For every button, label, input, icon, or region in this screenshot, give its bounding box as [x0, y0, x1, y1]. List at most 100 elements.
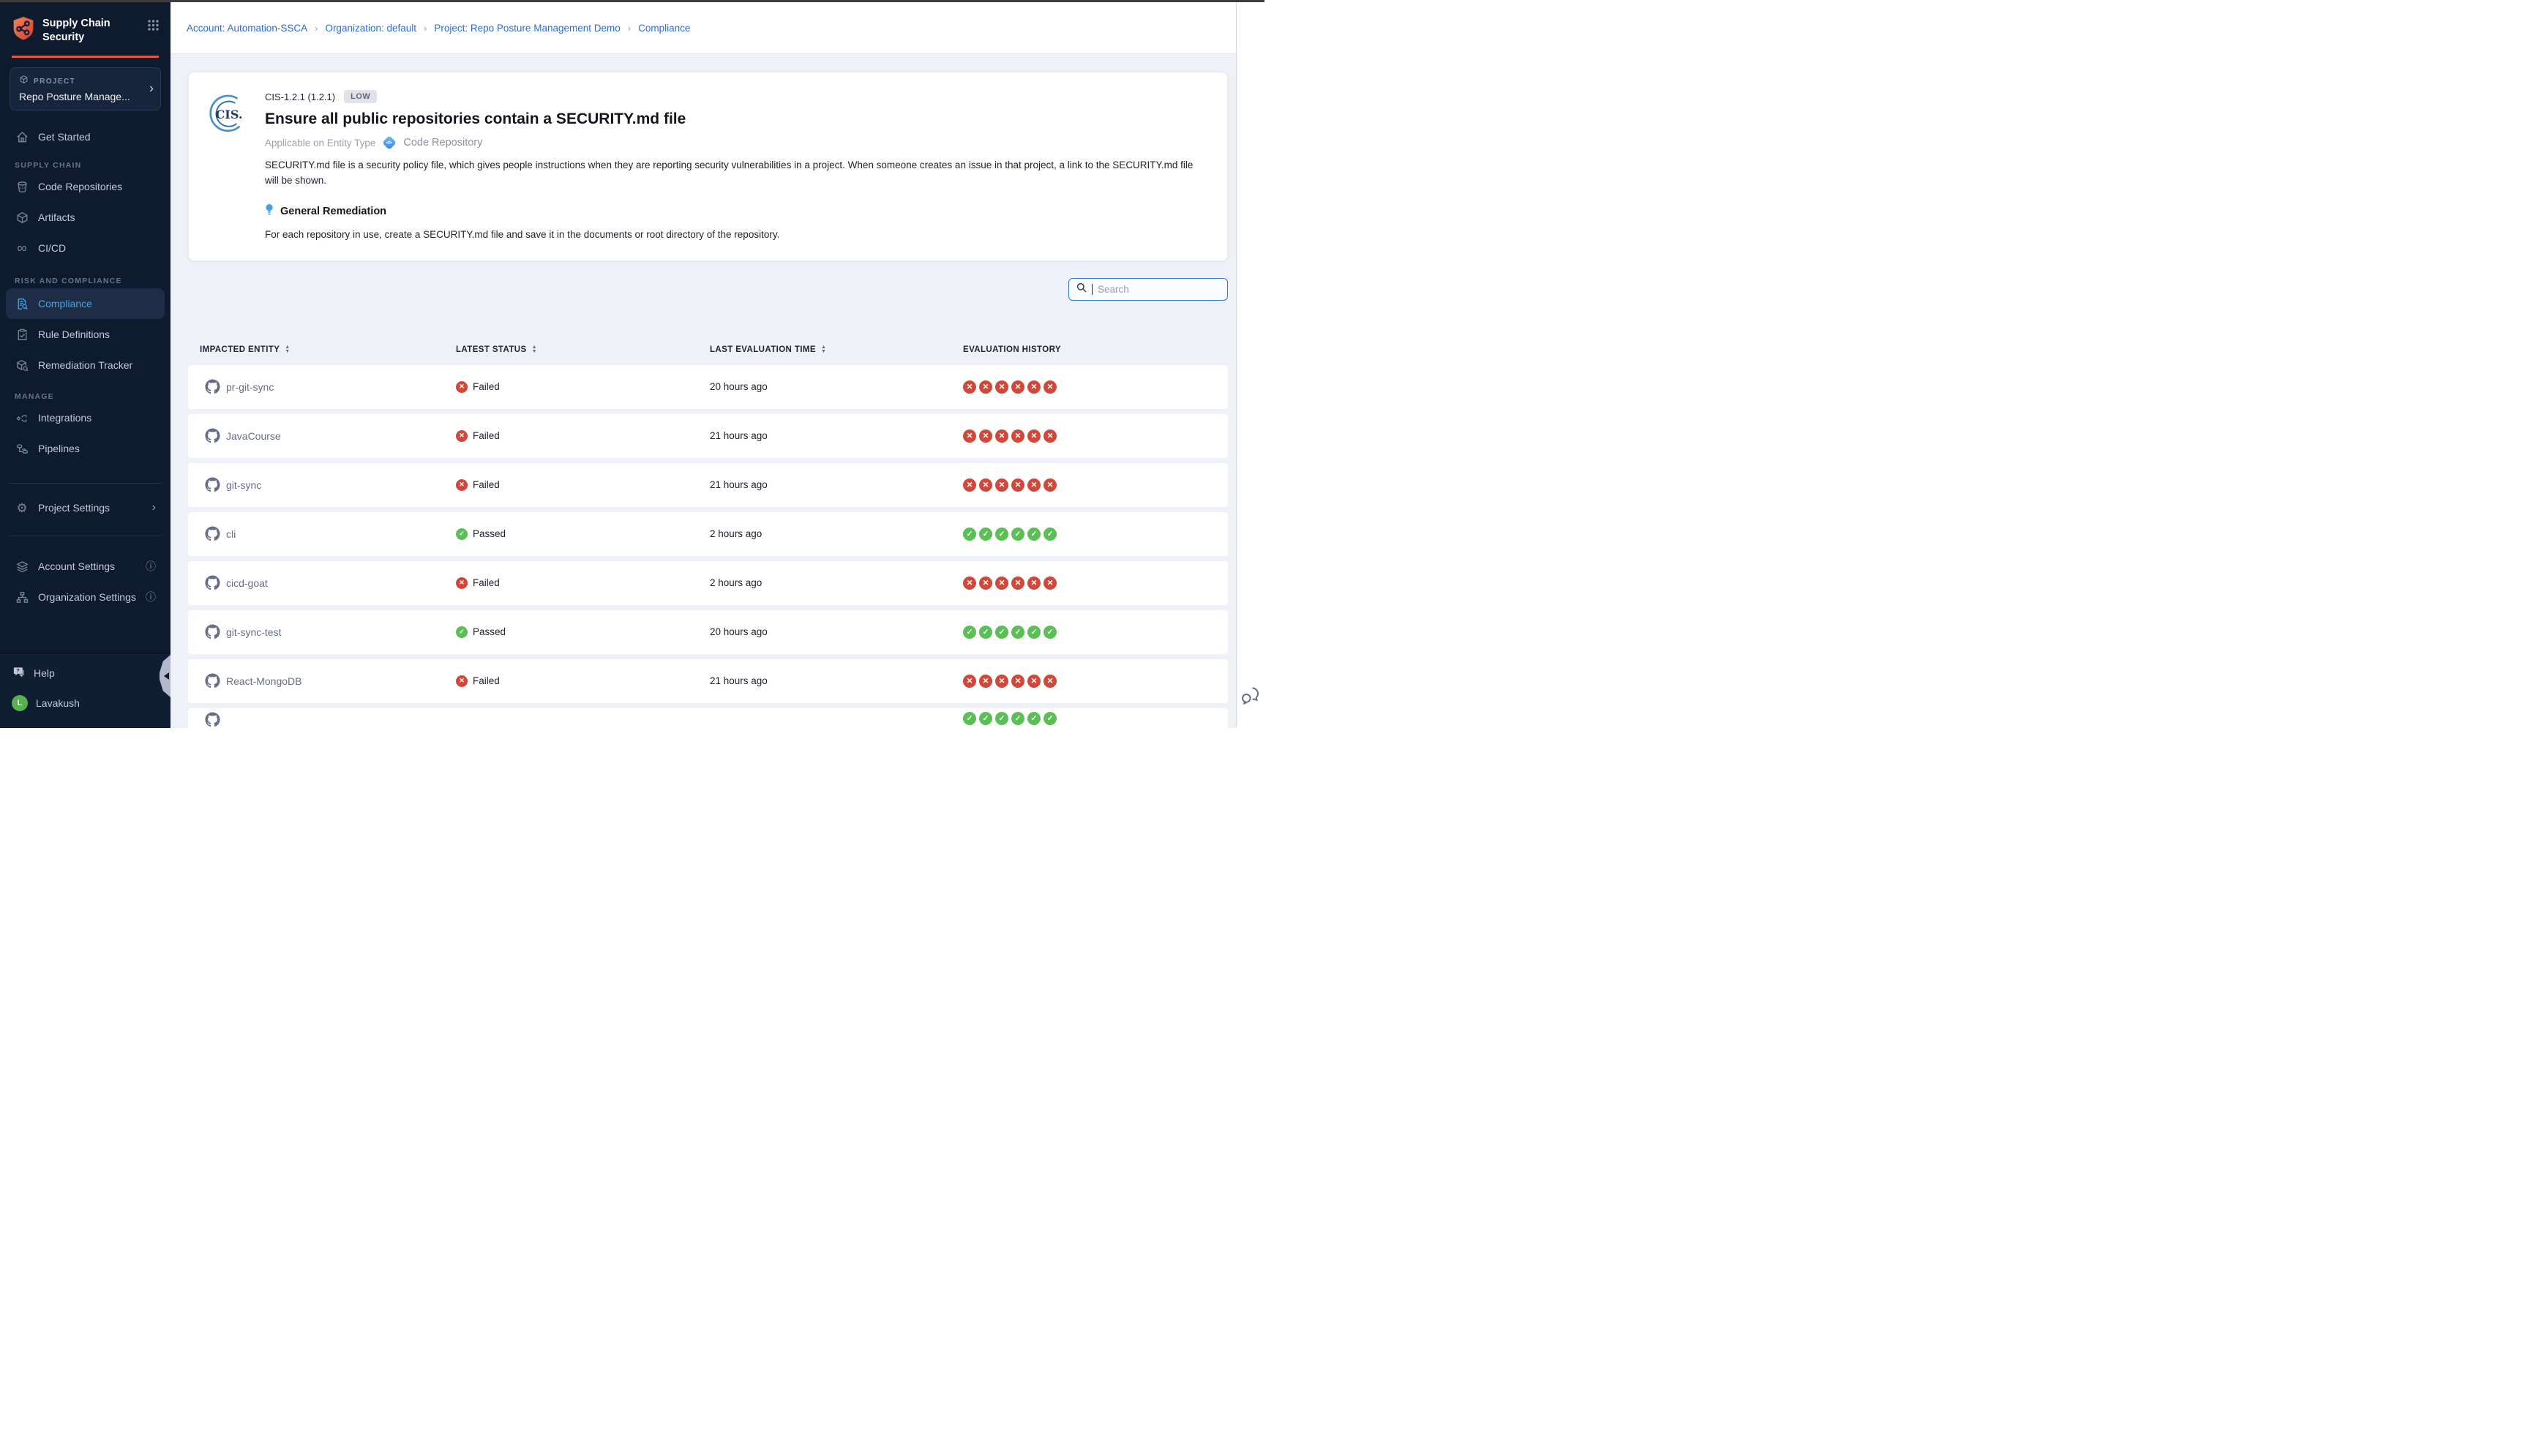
table-row[interactable]: cicd-goat ✕ Failed 2 hours ago ✕✕✕✕✕✕ [188, 561, 1228, 605]
sort-icon[interactable]: ▲▼ [821, 345, 826, 353]
evaluation-pass-icon: ✓ [1011, 712, 1024, 725]
entity-link[interactable]: cicd-goat [226, 577, 268, 589]
accent-divider [12, 56, 159, 58]
evaluation-fail-icon: ✕ [963, 479, 976, 492]
evaluation-fail-icon: ✕ [995, 429, 1008, 443]
sidebar-item-label: Integrations [38, 412, 91, 424]
text-cursor [1092, 284, 1093, 295]
evaluation-pass-icon: ✓ [995, 626, 1008, 639]
help-label: Help [34, 667, 55, 679]
status-label: Failed [473, 381, 500, 392]
search-box [1068, 278, 1228, 301]
sidebar-item-compliance[interactable]: Compliance [6, 288, 165, 319]
support-chat-icon[interactable] [1240, 686, 1260, 709]
entity-link[interactable]: git-sync-test [226, 626, 281, 638]
sidebar-item-remediation-tracker[interactable]: Remediation Tracker [6, 350, 165, 380]
table-row[interactable]: cli ✓ Passed 2 hours ago ✓✓✓✓✓✓ [188, 512, 1228, 556]
evaluation-history: ✕✕✕✕✕✕ [963, 479, 1228, 492]
evaluation-fail-icon: ✕ [1044, 577, 1057, 590]
column-evaluation-history: EVALUATION HISTORY [963, 345, 1228, 354]
evaluation-fail-icon: ✕ [963, 429, 976, 443]
sidebar-item-cicd[interactable]: ∞ CI/CD [6, 233, 165, 263]
content-area: CIS. CIS-1.2.1 (1.2.1) LOW Ensure all pu… [171, 54, 1236, 728]
sidebar-footer: ? Help L Lavakush [0, 653, 171, 728]
section-supply-chain: SUPPLY CHAIN [15, 161, 165, 170]
sidebar-item-rule-definitions[interactable]: Rule Definitions [6, 319, 165, 350]
entity-link[interactable]: cli [226, 528, 236, 540]
user-name: Lavakush [36, 697, 80, 709]
integrations-icon [15, 411, 29, 425]
evaluation-pass-icon: ✓ [1027, 626, 1041, 639]
evaluation-pass-icon: ✓ [1011, 626, 1024, 639]
evaluation-fail-icon: ✕ [1011, 380, 1024, 394]
org-hierarchy-gear-icon [15, 590, 29, 604]
rule-title: Ensure all public repositories contain a… [265, 110, 1207, 128]
sidebar-item-code-repositories[interactable]: </> Code Repositories [6, 171, 165, 202]
evaluation-fail-icon: ✕ [1027, 380, 1041, 394]
sidebar-item-get-started[interactable]: Get Started [6, 121, 165, 152]
evaluation-pass-icon: ✓ [963, 712, 976, 725]
breadcrumb-compliance-link[interactable]: Compliance [638, 23, 690, 34]
rule-id: CIS-1.2.1 (1.2.1) [265, 91, 335, 102]
breadcrumb-account-link[interactable]: Account: Automation-SSCA [187, 23, 307, 34]
project-label: PROJECT [34, 78, 75, 86]
entity-link[interactable]: React-MongoDB [226, 675, 302, 687]
evaluation-pass-icon: ✓ [1044, 626, 1057, 639]
project-cube-icon [19, 75, 29, 88]
sidebar-item-account-settings[interactable]: Account Settings ⓘ [6, 551, 165, 582]
sidebar-item-pipelines[interactable]: Pipelines [6, 433, 165, 464]
table-row[interactable]: JavaCourse ✕ Failed 21 hours ago ✕✕✕✕✕✕ [188, 414, 1228, 458]
last-evaluation-time: 2 hours ago [710, 528, 963, 539]
table-row[interactable]: React-MongoDB ✕ Failed 21 hours ago ✕✕✕✕… [188, 659, 1228, 703]
column-impacted-entity: IMPACTED ENTITY ▲▼ [200, 345, 456, 354]
status-icon: ✕ [456, 577, 468, 589]
status-icon: ✕ [456, 479, 468, 491]
sidebar-item-artifacts[interactable]: Artifacts [6, 202, 165, 233]
evaluation-fail-icon: ✕ [1044, 675, 1057, 688]
gear-icon: ⚙ [15, 502, 29, 514]
sidebar-item-project-settings[interactable]: ⚙ Project Settings › [6, 492, 165, 523]
evaluation-fail-icon: ✕ [979, 577, 992, 590]
evaluation-pass-icon: ✓ [1044, 528, 1057, 541]
last-evaluation-time: 20 hours ago [710, 381, 963, 392]
entity-link[interactable]: JavaCourse [226, 430, 281, 442]
evaluation-fail-icon: ✕ [979, 380, 992, 394]
chevron-right-icon: › [152, 501, 156, 514]
evaluation-fail-icon: ✕ [1044, 380, 1057, 394]
evaluation-pass-icon: ✓ [1011, 528, 1024, 541]
compliance-document-search-icon [15, 297, 29, 311]
section-manage: MANAGE [15, 392, 165, 401]
table-row[interactable]: pr-git-sync ✕ Failed 20 hours ago ✕✕✕✕✕✕ [188, 365, 1228, 409]
breadcrumb-project-link[interactable]: Project: Repo Posture Management Demo [434, 23, 620, 34]
sidebar-item-label: CI/CD [38, 242, 66, 254]
last-evaluation-time [710, 708, 963, 712]
sidebar-item-label: Account Settings [38, 560, 115, 572]
sidebar-item-label: Project Settings [38, 502, 110, 514]
table-row[interactable]: git-sync ✕ Failed 21 hours ago ✕✕✕✕✕✕ [188, 463, 1228, 507]
sidebar-item-integrations[interactable]: Integrations [6, 402, 165, 433]
evaluation-pass-icon: ✓ [979, 626, 992, 639]
entity-link[interactable]: git-sync [226, 479, 261, 491]
evaluation-fail-icon: ✕ [979, 429, 992, 443]
evaluation-pass-icon: ✓ [963, 528, 976, 541]
remediation-heading: General Remediation [280, 206, 386, 217]
search-input[interactable] [1098, 284, 1220, 295]
sort-icon[interactable]: ▲▼ [285, 345, 290, 353]
section-risk-and-compliance: RISK AND COMPLIANCE [15, 277, 165, 285]
table-row[interactable]: ✓✓✓✓✓✓ [188, 708, 1228, 728]
code-repository-entity-icon: </> [382, 135, 397, 150]
project-selector[interactable]: PROJECT Repo Posture Manage... › [10, 67, 161, 110]
entity-link[interactable]: pr-git-sync [226, 381, 274, 393]
help-button[interactable]: ? Help [12, 665, 159, 681]
last-evaluation-time: 20 hours ago [710, 626, 963, 637]
sort-icon[interactable]: ▲▼ [532, 345, 537, 353]
sidebar-item-label: Pipelines [38, 443, 80, 454]
module-grid-icon[interactable] [148, 15, 159, 34]
infinity-icon: ∞ [15, 241, 29, 255]
table-row[interactable]: git-sync-test ✓ Passed 20 hours ago ✓✓✓✓… [188, 610, 1228, 654]
sidebar-item-organization-settings[interactable]: Organization Settings ⓘ [6, 582, 165, 612]
user-menu[interactable]: L Lavakush [12, 695, 159, 711]
evaluation-history: ✓✓✓✓✓✓ [963, 528, 1228, 541]
evaluation-fail-icon: ✕ [1011, 577, 1024, 590]
breadcrumb-organization-link[interactable]: Organization: default [325, 23, 416, 34]
